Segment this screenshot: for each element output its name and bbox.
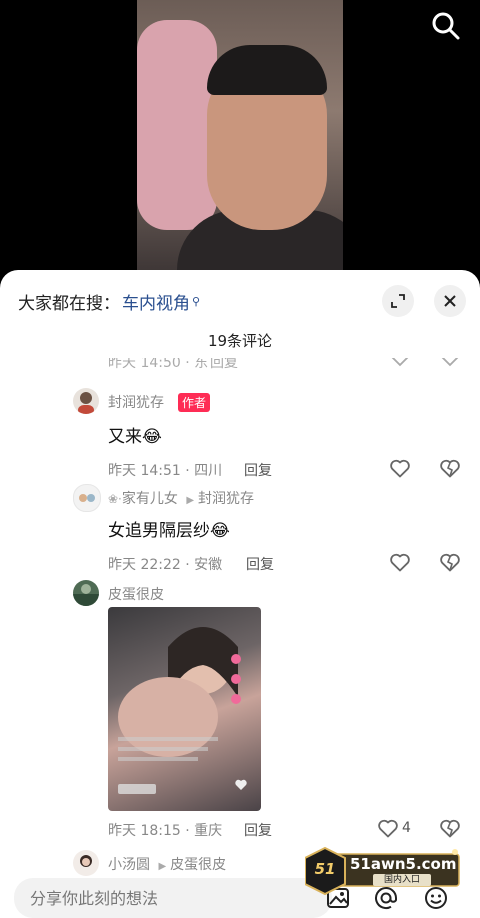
comment-list[interactable]: 昨天 14:50 · 东 回复 封润犹存 作者 又来😂 昨天 14:51 · 四… — [0, 358, 480, 878]
close-button[interactable] — [434, 285, 466, 317]
comment-image[interactable] — [108, 607, 261, 811]
reply-button[interactable]: 回复 — [244, 820, 272, 840]
reply-arrow-icon: ▶ — [186, 495, 195, 506]
reply-button[interactable]: 回复 — [244, 460, 272, 480]
reply-target[interactable]: 皮蛋很皮 — [170, 857, 226, 873]
heart-icon[interactable] — [388, 456, 412, 480]
comment-meta: 昨天 14:50 · 东 — [108, 358, 209, 371]
avatar-image — [73, 584, 99, 606]
watermark-badge: 51 — [314, 860, 336, 878]
comment-meta: 昨天 14:51 · 四川 — [108, 463, 223, 479]
flower-icon: ❀· — [108, 492, 122, 506]
avatar-image — [78, 392, 94, 414]
search-suggestion[interactable]: 大家都在搜： 车内视角 ⚲ — [18, 286, 200, 316]
comment-count-title: 19条评论 — [207, 332, 273, 350]
laugh-cry-emoji: 😂 — [210, 521, 230, 541]
comment-text-body: 又来 — [108, 427, 142, 447]
reply-button[interactable]: 回复 — [246, 554, 274, 574]
comment-image-content — [118, 627, 247, 794]
comment-author[interactable]: 家有儿女 — [122, 491, 178, 507]
heart-icon[interactable] — [388, 358, 412, 368]
comment-author-line: 小汤圆 ▶ 皮蛋很皮 — [108, 854, 226, 874]
comment-text-body: 女追男隔层纱 — [108, 521, 210, 541]
dislike-icon[interactable] — [438, 816, 462, 840]
comment-input[interactable] — [14, 878, 332, 918]
reply-arrow-icon: ▶ — [158, 861, 167, 872]
small-search-icon: ⚲ — [192, 294, 201, 308]
comment-sheet: 大家都在搜： 车内视角 ⚲ 19条评论 昨天 14:50 · 东 回复 封润犹存… — [0, 270, 480, 918]
comment-author-line: ❀·家有儿女 ▶ 封润犹存 — [108, 488, 254, 508]
comment-author[interactable]: 封润犹存 — [108, 392, 164, 412]
avatar[interactable] — [73, 484, 101, 512]
dislike-icon[interactable] — [438, 358, 462, 368]
comment-text: 女追男隔层纱😂 — [108, 516, 230, 541]
avatar-image — [79, 494, 95, 502]
laugh-cry-emoji: 😂 — [142, 427, 162, 447]
author-badge: 作者 — [178, 393, 211, 412]
comment-meta: 昨天 18:15 · 重庆 — [108, 823, 223, 839]
watermark-site: 51awn5.com — [350, 855, 457, 873]
search-suggestion-keyword[interactable]: 车内视角 — [122, 289, 190, 314]
like-count: 4 — [402, 820, 411, 836]
video-player[interactable] — [0, 0, 480, 278]
dislike-icon[interactable] — [438, 550, 462, 574]
dislike-icon[interactable] — [438, 456, 462, 480]
avatar[interactable] — [73, 388, 99, 414]
watermark-sub: 国内入口 — [373, 874, 431, 886]
shrink-icon — [391, 294, 405, 308]
search-suggestion-prefix: 大家都在搜： — [18, 293, 120, 314]
reply-target[interactable]: 封润犹存 — [198, 491, 254, 507]
car-seat — [137, 20, 217, 230]
reply-button[interactable]: 回复 — [210, 358, 238, 372]
heart-icon[interactable] — [376, 816, 400, 840]
avatar-image — [80, 855, 92, 867]
search-icon[interactable] — [430, 10, 462, 42]
avatar[interactable] — [73, 850, 99, 876]
close-icon — [444, 295, 456, 307]
site-watermark: 51 51awn5.com 国内入口 — [304, 846, 463, 896]
person-hair — [207, 45, 327, 95]
comment-text: 又来😂 — [108, 422, 162, 447]
heart-icon[interactable] — [388, 550, 412, 574]
comment-meta: 昨天 22:22 · 安徽 — [108, 557, 223, 573]
comment-author[interactable]: 皮蛋很皮 — [108, 584, 164, 604]
avatar[interactable] — [73, 580, 99, 606]
comment-author[interactable]: 小汤圆 — [108, 857, 150, 873]
collapse-button[interactable] — [382, 285, 414, 317]
video-frame — [137, 0, 343, 278]
